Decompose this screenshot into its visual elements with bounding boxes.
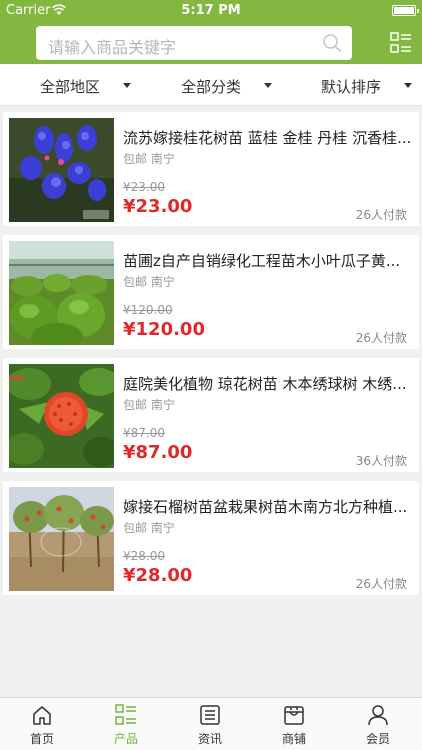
chevron-down-icon [404,83,412,88]
search-icon[interactable] [322,33,342,53]
original-price: ¥120.00 [123,303,173,317]
filter-category-label: 全部分类 [181,78,242,96]
product-price: ¥28.00 [123,565,193,586]
tab-shop-label: 商铺 [281,732,306,746]
chevron-down-icon [123,83,131,88]
filter-bar: 全部地区 全部分类 默认排序 [0,64,422,106]
category-menu-icon[interactable] [390,32,412,54]
product-title[interactable]: 庭院美化植物 琼花树苗 木本绣球树 木绣... [123,373,415,394]
filter-region[interactable]: 全部地区 [0,64,141,106]
filter-region-label: 全部地区 [40,78,101,96]
product-location: 包邮 南宁 [123,396,175,413]
shipping-label: 包邮 [123,521,148,535]
tab-home-label: 首页 [29,732,54,746]
shipping-label: 包邮 [123,152,148,166]
grid-list-icon [115,704,136,725]
product-image-red-flower [9,364,114,468]
original-price: ¥28.00 [123,549,165,563]
product-title[interactable]: 嫁接石榴树苗盆栽果树苗木南方北方种植... [123,496,415,517]
app-header: Carrier 5:17 PM 请输入商品关键字 [0,0,422,64]
product-location: 包邮 南宁 [123,273,175,290]
product-image-pomegranate-trees [9,487,114,591]
tab-member-label: 会员 [365,732,390,746]
product-price: ¥87.00 [123,442,193,463]
filter-sort-label: 默认排序 [321,78,382,96]
product-location: 包邮 南宁 [123,150,175,167]
product-card[interactable]: 嫁接石榴树苗盆栽果树苗木南方北方种植... 包邮 南宁 ¥28.00 ¥28.0… [3,481,419,595]
sold-count: 36人付款 [355,454,407,468]
product-location: 包邮 南宁 [123,519,175,536]
product-card[interactable]: 苗圃z自产自销绿化工程苗木小叶瓜子黄... 包邮 南宁 ¥120.00 ¥120… [3,235,419,349]
city-label: 南宁 [150,152,175,166]
user-icon [368,705,388,726]
product-title[interactable]: 流苏嫁接桂花树苗 蓝桂 金桂 丹桂 沉香桂... [123,127,415,148]
shipping-label: 包邮 [123,275,148,289]
tab-news-label: 资讯 [197,732,222,746]
city-label: 南宁 [150,521,175,535]
search-bar[interactable]: 请输入商品关键字 [36,26,352,60]
city-label: 南宁 [150,275,175,289]
product-card[interactable]: 流苏嫁接桂花树苗 蓝桂 金桂 丹桂 沉香桂... 包邮 南宁 ¥23.00 ¥2… [3,112,419,226]
sold-count: 26人付款 [355,577,407,591]
product-image-shrubs [9,241,114,345]
product-title[interactable]: 苗圃z自产自销绿化工程苗木小叶瓜子黄... [123,250,415,271]
original-price: ¥23.00 [123,180,165,194]
original-price: ¥87.00 [123,426,165,440]
tab-products[interactable]: 产品 [84,698,168,750]
product-price: ¥120.00 [123,319,205,340]
news-icon [200,705,220,725]
filter-category[interactable]: 全部分类 [141,64,282,106]
sold-count: 26人付款 [355,331,407,345]
battery-icon [392,5,419,16]
product-card[interactable]: 庭院美化植物 琼花树苗 木本绣球树 木绣... 包邮 南宁 ¥87.00 ¥87… [3,358,419,472]
tab-home[interactable]: 首页 [0,698,84,750]
bottom-tab-bar: 首页 产品 资讯 商铺 会员 [0,697,422,750]
city-label: 南宁 [150,398,175,412]
status-bar: Carrier 5:17 PM [0,0,422,22]
product-price: ¥23.00 [123,196,193,217]
status-time: 5:17 PM [181,3,241,18]
tab-news[interactable]: 资讯 [168,698,252,750]
sold-count: 26人付款 [355,208,407,222]
product-image-flowers [9,118,114,222]
tab-shop[interactable]: 商铺 [252,698,336,750]
home-icon [33,706,51,725]
tab-products-label: 产品 [113,732,138,746]
tab-member[interactable]: 会员 [336,698,420,750]
search-input[interactable]: 请输入商品关键字 [48,34,176,58]
filter-sort[interactable]: 默认排序 [282,64,422,106]
chevron-down-icon [264,83,272,88]
shipping-label: 包邮 [123,398,148,412]
shop-icon [284,706,304,725]
